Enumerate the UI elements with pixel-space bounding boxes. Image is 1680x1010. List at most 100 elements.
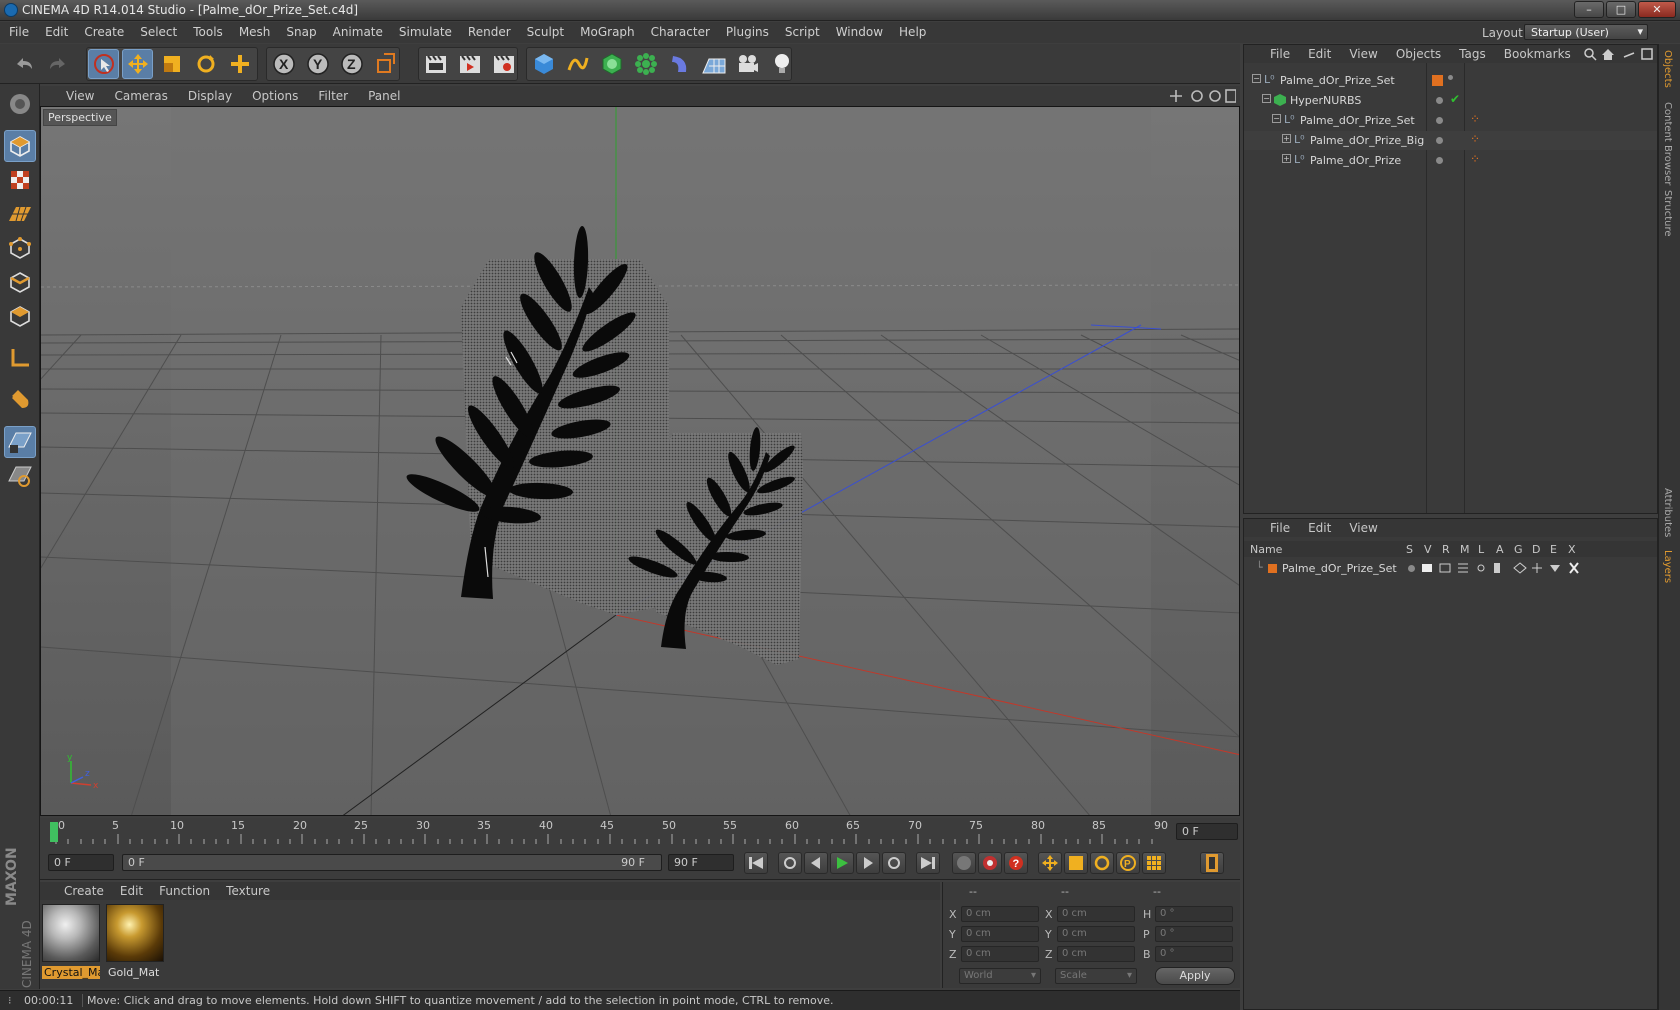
axis-mode-button[interactable] xyxy=(4,342,36,374)
viewport-menu-panel[interactable]: Panel xyxy=(357,86,409,103)
autokey-button[interactable] xyxy=(978,852,1002,874)
menu-window[interactable]: Window xyxy=(827,22,890,39)
menu-help[interactable]: Help xyxy=(890,22,933,39)
layer-menu-file[interactable]: File xyxy=(1244,519,1297,535)
object-menu-objects[interactable]: Objects xyxy=(1385,45,1448,61)
timeline-ruler[interactable]: 0 5 10 15 20 25 30 35 40 45 50 55 60 65 … xyxy=(40,818,1240,846)
key-scale-button[interactable] xyxy=(1064,852,1088,874)
layer-menu-edit[interactable]: Edit xyxy=(1297,519,1338,535)
pos-y-field[interactable]: 0 cm xyxy=(961,926,1039,942)
rot-h-field[interactable]: 0 ° xyxy=(1155,906,1233,922)
object-row[interactable]: − HyperNURBS ✔ xyxy=(1244,91,1657,110)
x-axis-button[interactable]: X xyxy=(268,49,299,79)
collapse-icon[interactable]: − xyxy=(1252,74,1261,83)
object-menu-edit[interactable]: Edit xyxy=(1297,45,1338,61)
array-object-button[interactable] xyxy=(630,49,661,79)
make-editable-button[interactable] xyxy=(4,88,36,120)
menu-simulate[interactable]: Simulate xyxy=(390,22,459,39)
column-e[interactable]: E xyxy=(1550,543,1557,556)
current-frame-field[interactable]: 0 F xyxy=(1176,823,1238,840)
undo-button[interactable] xyxy=(8,49,39,79)
close-button[interactable]: ✕ xyxy=(1638,1,1676,18)
object-menu-tags[interactable]: Tags xyxy=(1448,45,1493,61)
pos-x-field[interactable]: 0 cm xyxy=(961,906,1039,922)
material-gold[interactable]: Gold_Mat xyxy=(106,904,164,980)
spline-object-button[interactable] xyxy=(562,49,593,79)
model-mode-button[interactable] xyxy=(4,130,36,162)
previous-key-button[interactable] xyxy=(778,852,802,874)
size-z-field[interactable]: 0 cm xyxy=(1057,946,1135,962)
render-view-button[interactable] xyxy=(420,49,451,79)
viewport-menu-view[interactable]: View xyxy=(40,86,103,103)
timeline-window-button[interactable] xyxy=(1200,852,1224,874)
key-rotation-button[interactable] xyxy=(1090,852,1114,874)
coordinate-mode-dropdown[interactable]: World ▾ xyxy=(959,968,1041,984)
layer-toggle-icons[interactable] xyxy=(1420,562,1590,574)
column-l[interactable]: L xyxy=(1478,543,1484,556)
material-menu-function[interactable]: Function xyxy=(149,882,216,898)
playhead[interactable] xyxy=(50,822,58,842)
rot-b-field[interactable]: 0 ° xyxy=(1155,946,1233,962)
snap-button[interactable] xyxy=(4,384,36,416)
object-row[interactable]: + L⁰ Palme_dOr_Prize_Big ⁘ xyxy=(1244,131,1657,150)
layer-color-swatch[interactable] xyxy=(1268,564,1277,573)
column-d[interactable]: D xyxy=(1532,543,1540,556)
object-menu-view[interactable]: View xyxy=(1338,45,1384,61)
column-m[interactable]: M xyxy=(1460,543,1470,556)
object-menu-file[interactable]: File xyxy=(1244,45,1297,61)
object-menu-bookmarks[interactable]: Bookmarks xyxy=(1493,45,1578,61)
menu-select[interactable]: Select xyxy=(131,22,184,39)
cube-object-button[interactable] xyxy=(528,49,559,79)
workplane-mode-button[interactable] xyxy=(4,198,36,230)
live-selection-button[interactable] xyxy=(88,49,119,79)
maximize-button[interactable]: □ xyxy=(1606,1,1636,18)
size-y-field[interactable]: 0 cm xyxy=(1057,926,1135,942)
add-object-button[interactable] xyxy=(224,49,255,79)
frame-range-slider[interactable]: 0 F 90 F xyxy=(122,854,662,871)
pos-z-field[interactable]: 0 cm xyxy=(961,946,1039,962)
key-parameter-button[interactable]: P xyxy=(1116,852,1140,874)
y-axis-button[interactable]: Y xyxy=(302,49,333,79)
polygons-mode-button[interactable] xyxy=(4,300,36,332)
next-frame-button[interactable] xyxy=(856,852,880,874)
layer-menu-view[interactable]: View xyxy=(1338,519,1384,535)
menu-edit[interactable]: Edit xyxy=(36,22,75,39)
scale-tool-button[interactable] xyxy=(156,49,187,79)
column-s[interactable]: S xyxy=(1406,543,1413,556)
tab-structure[interactable]: Structure xyxy=(1662,190,1673,237)
deformer-button[interactable] xyxy=(664,49,695,79)
column-x[interactable]: X xyxy=(1568,543,1576,556)
column-g[interactable]: G xyxy=(1514,543,1523,556)
points-mode-button[interactable] xyxy=(4,232,36,264)
floor-object-button[interactable] xyxy=(698,49,729,79)
tab-attributes[interactable]: Attributes xyxy=(1662,488,1673,537)
viewport-menu-display[interactable]: Display xyxy=(177,86,241,103)
layer-row[interactable]: └ Palme_dOr_Prize_Set xyxy=(1244,559,1657,578)
record-keys-button[interactable] xyxy=(952,852,976,874)
expand-icon[interactable]: + xyxy=(1282,134,1291,143)
viewport-menu-options[interactable]: Options xyxy=(241,86,307,103)
previous-frame-button[interactable] xyxy=(804,852,828,874)
material-tag-icon[interactable]: ⁘ xyxy=(1470,112,1480,126)
enabled-check-icon[interactable]: ✔ xyxy=(1450,92,1460,106)
coordinate-type-dropdown[interactable]: Scale ▾ xyxy=(1055,968,1137,984)
render-picture-viewer-button[interactable] xyxy=(454,49,485,79)
go-to-end-button[interactable] xyxy=(916,852,940,874)
material-tag-icon[interactable]: ⁘ xyxy=(1470,152,1480,166)
material-crystal[interactable]: Crystal_Mat xyxy=(42,904,100,980)
material-menu-texture[interactable]: Texture xyxy=(216,882,276,898)
apply-button[interactable]: Apply xyxy=(1155,967,1235,985)
material-tag-icon[interactable]: ⁘ xyxy=(1470,132,1480,146)
perspective-viewport[interactable]: Perspective y x z xyxy=(40,106,1240,816)
redo-button[interactable] xyxy=(42,49,73,79)
layout-dropdown[interactable]: Startup (User) ▾ xyxy=(1524,24,1648,40)
texture-mode-button[interactable] xyxy=(4,164,36,196)
move-tool-button[interactable] xyxy=(122,49,153,79)
collapse-icon[interactable]: − xyxy=(1262,94,1271,103)
tab-layers[interactable]: Layers xyxy=(1662,550,1673,583)
object-manager-tool-icons[interactable] xyxy=(1584,48,1654,61)
menu-plugins[interactable]: Plugins xyxy=(717,22,776,39)
light-object-button[interactable] xyxy=(766,49,797,79)
object-row[interactable]: + L⁰ Palme_dOr_Prize ⁘ xyxy=(1244,151,1657,170)
material-menu-create[interactable]: Create xyxy=(40,882,110,898)
